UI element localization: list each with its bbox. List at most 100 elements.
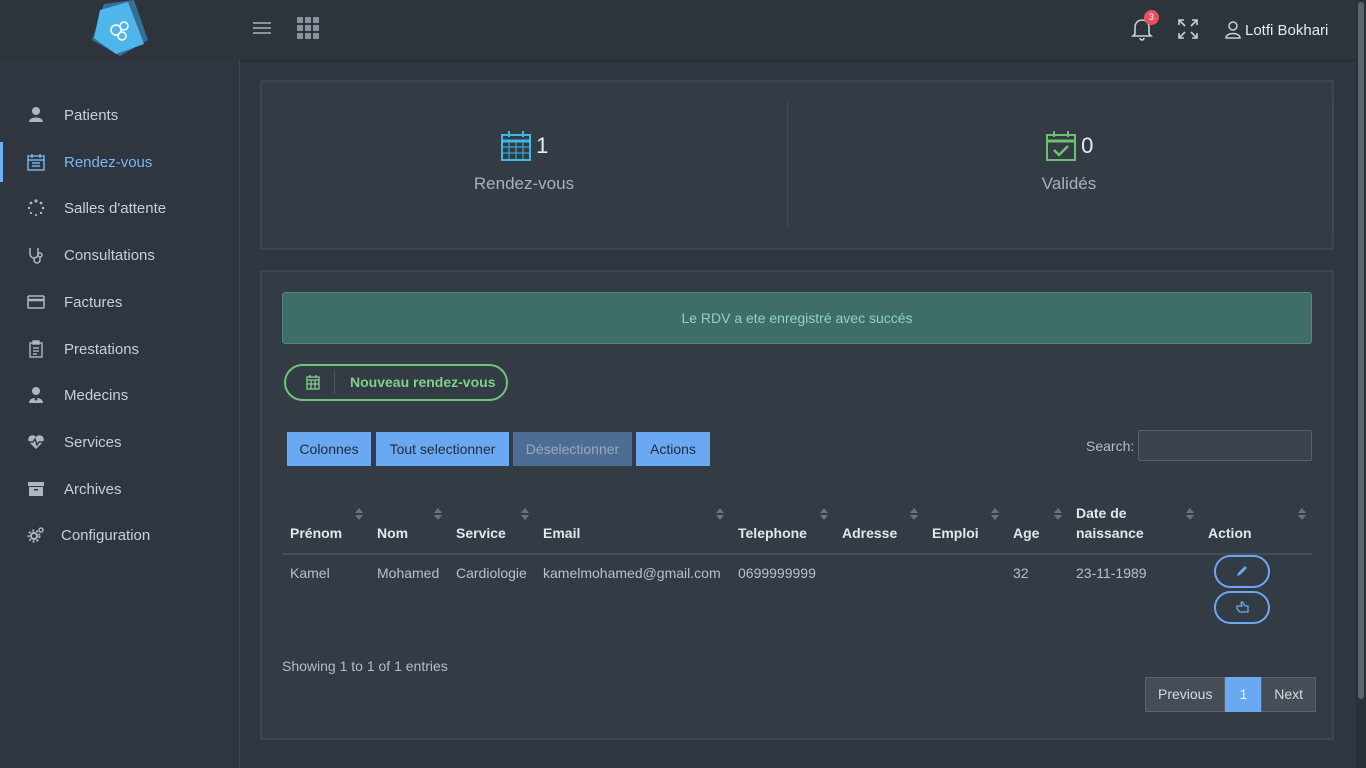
divider <box>334 371 335 394</box>
column-header[interactable]: Service <box>448 498 535 555</box>
user-name: Lotfi Bokhari <box>1245 21 1329 39</box>
search-input[interactable] <box>1138 430 1312 461</box>
sidebar-item-consultations[interactable]: Consultations <box>0 235 239 275</box>
sidebar-item-prestations[interactable]: Prestations <box>0 329 239 369</box>
sidebar-item-label: Rendez-vous <box>64 153 153 171</box>
table-header-row: Prénom Nom Service Email Telephone Adres… <box>282 498 1312 555</box>
stethoscope-icon <box>27 246 45 264</box>
sort-icon <box>1298 508 1306 520</box>
sidebar-item-label: Consultations <box>64 246 155 264</box>
stat-value: 0 <box>1081 133 1094 158</box>
cell-date-naissance: 23-11-1989 <box>1076 565 1147 581</box>
calendar-check-icon <box>1045 131 1076 161</box>
sidebar-item-configuration[interactable]: Configuration <box>0 515 239 555</box>
stat-value: 1 <box>536 133 549 158</box>
sort-icon <box>434 508 442 520</box>
sidebar-item-label: Archives <box>64 480 122 498</box>
next-button[interactable]: Next <box>1261 677 1317 712</box>
sort-icon <box>1186 508 1194 520</box>
calendar-icon <box>306 375 320 395</box>
sidebar-item-label: Prestations <box>64 340 140 358</box>
archive-icon <box>27 480 45 498</box>
sidebar-item-medecins[interactable]: Medecins <box>0 375 239 415</box>
previous-button[interactable]: Previous <box>1145 677 1226 712</box>
sort-icon <box>991 508 999 520</box>
stat-label: Validés <box>1041 174 1097 193</box>
notification-badge: 3 <box>1144 10 1159 25</box>
search-label: Search: <box>1086 438 1135 454</box>
sidebar-item-label: Patients <box>64 106 119 124</box>
clipboard-icon <box>27 340 45 358</box>
actions-button[interactable]: Actions <box>636 432 710 466</box>
cell-email: kamelmohamed@gmail.com <box>543 565 721 581</box>
fullscreen-icon[interactable] <box>1178 19 1198 39</box>
divider <box>787 102 788 228</box>
user-icon <box>1225 21 1241 39</box>
scrollbar-thumb[interactable] <box>1358 2 1364 699</box>
sidebar-item-label: Medecins <box>64 386 129 404</box>
appointments-table: Prénom Nom Service Email Telephone Adres… <box>282 498 1312 644</box>
cell-age: 32 <box>1013 565 1029 581</box>
stat-rendez-vous: 1 Rendez-vous <box>394 130 654 194</box>
select-all-button[interactable]: Tout selectionner <box>376 432 509 466</box>
success-alert: Le RDV a ete enregistré avec succés <box>282 292 1312 344</box>
cell-adresse <box>834 554 924 644</box>
sort-icon <box>820 508 828 520</box>
column-header[interactable]: Prénom <box>282 498 369 555</box>
sidebar-item-patients[interactable]: Patients <box>0 95 239 135</box>
sidebar-item-label: Configuration <box>61 526 151 544</box>
app-logo[interactable] <box>90 0 150 58</box>
credit-card-icon <box>27 293 45 311</box>
calendar-icon <box>500 131 531 161</box>
cell-telephone: 0699999999 <box>738 565 816 581</box>
column-header[interactable]: Age <box>1005 498 1068 555</box>
column-header[interactable]: Date de naissance <box>1068 498 1200 555</box>
sidebar-item-archives[interactable]: Archives <box>0 469 239 509</box>
column-header[interactable]: Adresse <box>834 498 924 555</box>
top-bar: 3 Lotfi Bokhari <box>0 0 1356 60</box>
menu-toggle-icon[interactable] <box>253 22 271 36</box>
appointments-card: Le RDV a ete enregistré avec succés Nouv… <box>260 270 1334 740</box>
sidebar-item-factures[interactable]: Factures <box>0 282 239 322</box>
sort-icon <box>910 508 918 520</box>
column-header[interactable]: Emploi <box>924 498 1005 555</box>
sidebar-item-services[interactable]: Services <box>0 422 239 462</box>
pencil-icon <box>1237 566 1247 576</box>
sidebar-item-salles-attente[interactable]: Salles d'attente <box>0 188 239 228</box>
column-header[interactable]: Email <box>535 498 730 555</box>
page-1-button[interactable]: 1 <box>1225 677 1262 712</box>
user-menu[interactable]: Lotfi Bokhari <box>1225 18 1328 42</box>
column-header[interactable]: Telephone <box>730 498 834 555</box>
columns-button[interactable]: Colonnes <box>287 432 371 466</box>
pagination: Previous 1 Next <box>1145 677 1317 712</box>
table-info: Showing 1 to 1 of 1 entries <box>282 658 448 674</box>
divider <box>1332 102 1333 228</box>
cell-action <box>1200 554 1312 644</box>
hand-pointer-icon <box>1236 601 1249 613</box>
sidebar: Patients Rendez-vous Salles d'attente Co… <box>0 60 240 768</box>
heartbeat-icon <box>27 433 45 451</box>
sort-icon <box>355 508 363 520</box>
cogs-icon <box>27 526 45 544</box>
validate-button[interactable] <box>1214 591 1270 624</box>
column-header[interactable]: Action <box>1200 498 1312 555</box>
page-scrollbar[interactable] <box>1356 0 1366 768</box>
edit-button[interactable] <box>1214 555 1270 588</box>
column-header[interactable]: Nom <box>369 498 448 555</box>
doctor-icon <box>27 386 45 404</box>
stat-valides: 0 Validés <box>939 130 1199 194</box>
sidebar-item-label: Salles d'attente <box>64 199 167 217</box>
sidebar-item-rendez-vous[interactable]: Rendez-vous <box>0 142 239 182</box>
new-appointment-button[interactable]: Nouveau rendez-vous <box>284 364 508 401</box>
stats-card: 1 Rendez-vous 0 Validés <box>260 80 1334 250</box>
apps-grid-icon[interactable] <box>297 17 319 39</box>
cell-emploi <box>924 554 1005 644</box>
sort-icon <box>1054 508 1062 520</box>
sort-icon <box>716 508 724 520</box>
user-icon <box>27 106 45 124</box>
new-appointment-label: Nouveau rendez-vous <box>350 374 496 390</box>
sidebar-item-label: Services <box>64 433 122 451</box>
table-row[interactable]: Kamel Mohamed Cardiologie kamelmohamed@g… <box>282 554 1312 644</box>
cell-prenom: Kamel <box>290 565 330 581</box>
deselect-button[interactable]: Déselectionner <box>513 432 632 466</box>
